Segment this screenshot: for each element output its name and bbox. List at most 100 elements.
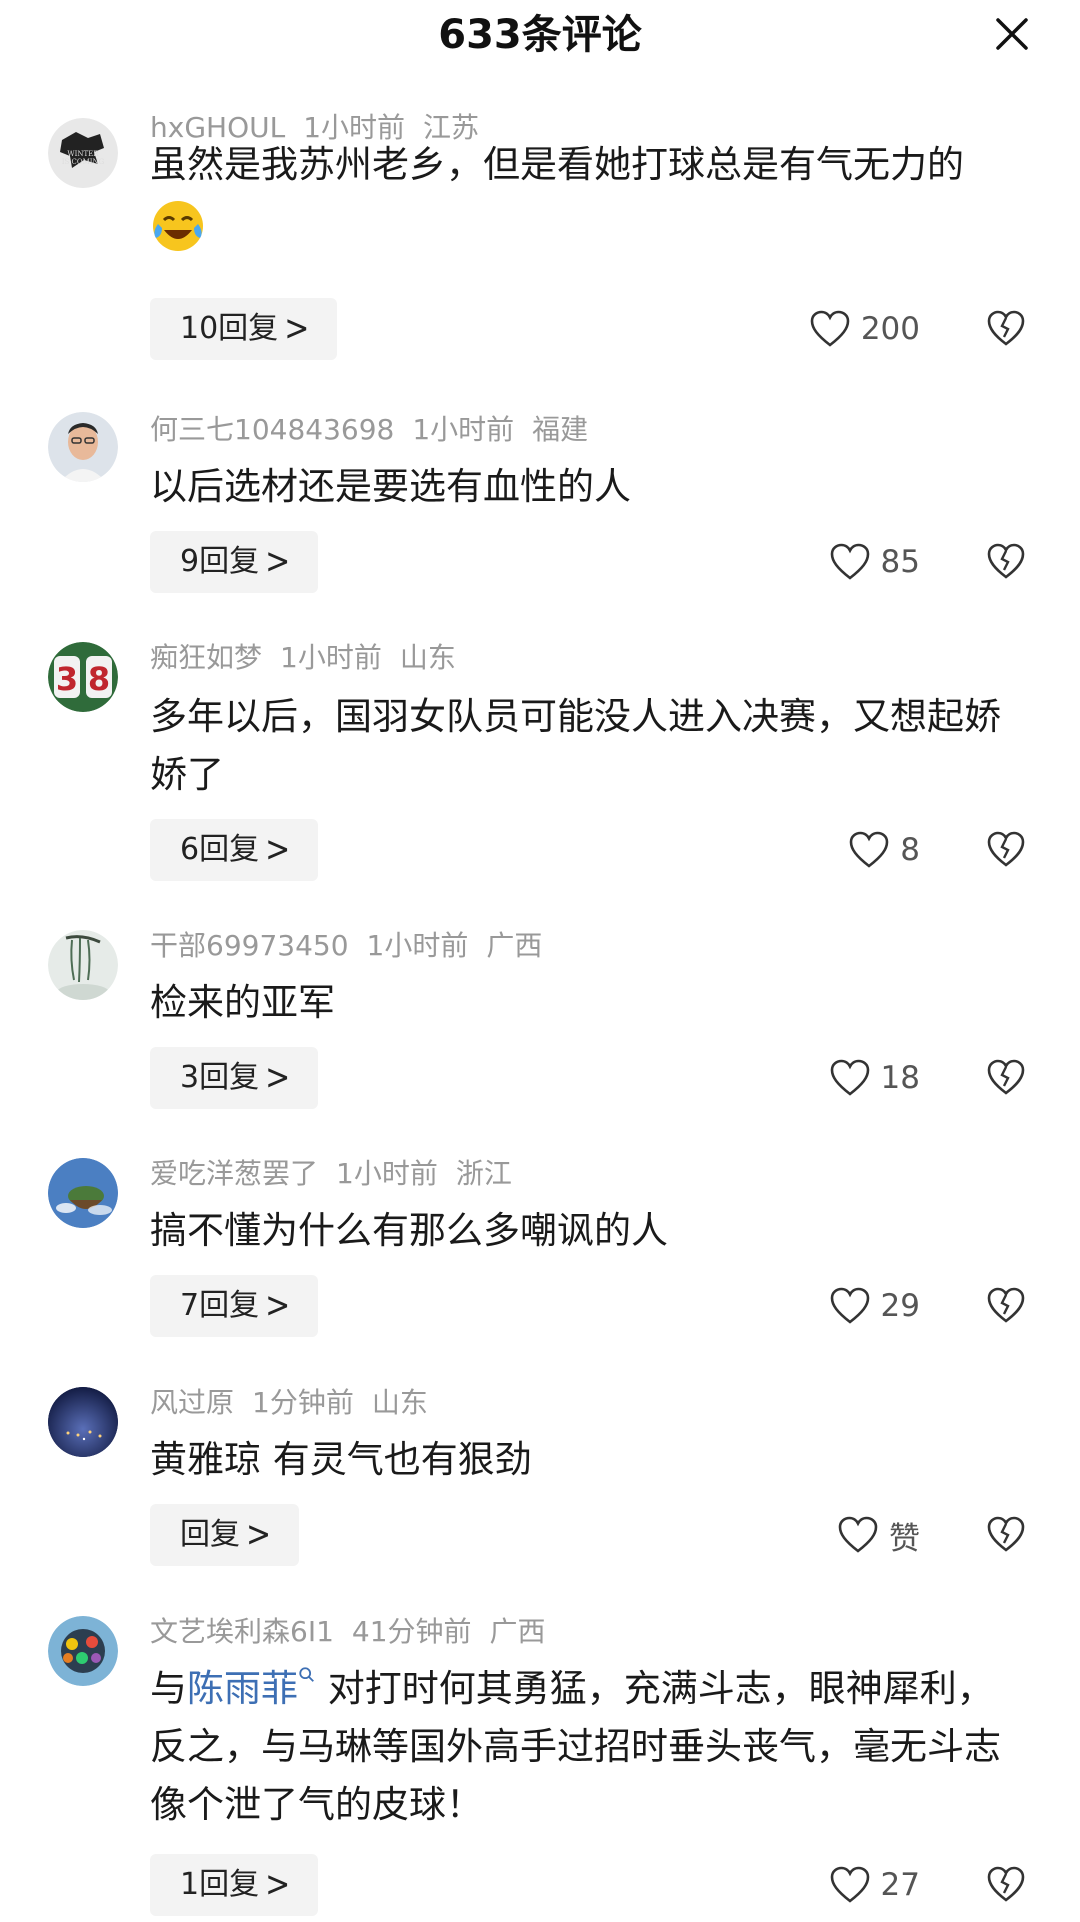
reply-label: 回复 — [180, 1517, 240, 1552]
close-icon — [996, 18, 1028, 50]
reply-button[interactable]: 回复 > — [150, 1504, 300, 1566]
comment-region: 广西 — [489, 1615, 546, 1648]
comment-time: 1小时前 — [280, 641, 382, 674]
username[interactable]: 痴狂如梦 — [150, 641, 262, 674]
avatar[interactable]: 3 8 — [48, 642, 118, 712]
broken-heart-icon — [987, 310, 1025, 346]
reply-count: 9回复 — [180, 544, 260, 579]
like-count: 29 — [880, 1288, 920, 1324]
heart-outline-icon — [830, 1866, 869, 1903]
comment-text: 多年以后，国羽女队员可能没人进入决赛，又想起娇娇了 — [150, 688, 1030, 804]
heart-outline-icon — [810, 310, 850, 347]
like-count: 18 — [880, 1060, 920, 1096]
comment-body-prefix: 与 — [150, 1667, 187, 1710]
comment-meta: 干部69973450 1小时前 广西 — [150, 926, 560, 966]
broken-heart-icon — [987, 1866, 1025, 1902]
like-button[interactable]: 赞 — [837, 1504, 920, 1566]
comment-text: 黄雅琼 有灵气也有狠劲 — [150, 1431, 1030, 1489]
broken-heart-icon — [987, 1059, 1025, 1095]
dislike-button[interactable] — [986, 531, 1030, 593]
comment-region: 广西 — [486, 929, 543, 962]
comment-meta: 痴狂如梦 1小时前 山东 — [150, 638, 474, 678]
username[interactable]: 风过原 — [150, 1386, 234, 1419]
view-replies-button[interactable]: 6回复 > — [150, 819, 319, 881]
svg-text:8: 8 — [88, 660, 110, 698]
like-label: 赞 — [889, 1520, 920, 1557]
like-button[interactable]: 85 — [829, 531, 920, 593]
dislike-button[interactable] — [986, 819, 1030, 881]
like-button[interactable]: 27 — [829, 1854, 920, 1916]
comment-meta: 风过原 1分钟前 山东 — [150, 1383, 446, 1423]
view-replies-button[interactable]: 10回复 > — [150, 298, 338, 360]
reply-count: 1回复 — [180, 1867, 260, 1902]
heart-outline-icon — [838, 1516, 878, 1553]
like-count: 27 — [880, 1867, 920, 1903]
chevron-right-icon: > — [265, 828, 291, 871]
reply-count: 6回复 — [180, 832, 260, 867]
avatar[interactable]: WINTER IS COMING — [48, 118, 118, 188]
heart-outline-icon — [830, 1059, 869, 1096]
broken-heart-icon — [987, 1287, 1025, 1323]
avatar[interactable] — [48, 1158, 118, 1228]
comment-time: 1小时前 — [366, 929, 469, 962]
username[interactable]: 干部69973450 — [150, 929, 349, 962]
dislike-button[interactable] — [986, 1275, 1030, 1337]
like-button[interactable]: 29 — [829, 1275, 920, 1337]
heart-outline-icon — [849, 831, 889, 868]
view-replies-button[interactable]: 9回复 > — [150, 531, 319, 593]
comment-text: 以后选材还是要选有血性的人 — [150, 458, 1030, 516]
comment-body: 黄雅琼 有灵气也有狠劲 — [150, 1438, 532, 1481]
dislike-button[interactable] — [986, 1854, 1030, 1916]
reply-count: 10回复 — [180, 311, 279, 346]
comment-text: 与陈雨菲 对打时何其勇猛，充满斗志，眼神犀利，反之，与马琳等国外高手过招时垂头丧… — [150, 1660, 1030, 1834]
mention-link[interactable]: 陈雨菲 — [187, 1667, 316, 1710]
comment-meta: 文艺埃利森6I1 41分钟前 广西 — [150, 1612, 564, 1652]
comment-region: 山东 — [399, 641, 456, 674]
like-button[interactable]: 200 — [809, 298, 920, 360]
avatar[interactable] — [48, 930, 118, 1000]
comment-time: 1小时前 — [412, 413, 515, 446]
search-icon — [299, 1667, 314, 1682]
comment-text: 虽然是我苏州老乡，但是看她打球总是有气无力的 — [150, 136, 1030, 271]
close-button[interactable] — [992, 14, 1032, 54]
comment-body: 检来的亚军 — [150, 981, 335, 1024]
dislike-button[interactable] — [986, 1047, 1030, 1109]
avatar[interactable] — [48, 412, 118, 482]
like-button[interactable]: 18 — [829, 1047, 920, 1109]
mention-name: 陈雨菲 — [187, 1667, 298, 1710]
comment-time: 1小时前 — [336, 1157, 438, 1190]
reply-count: 7回复 — [180, 1288, 260, 1323]
avatar[interactable] — [48, 1387, 118, 1457]
broken-heart-icon — [987, 1516, 1025, 1552]
comment-time: 1分钟前 — [252, 1386, 354, 1419]
heart-outline-icon — [830, 543, 869, 580]
comment-body: 虽然是我苏州老乡，但是看她打球总是有气无力的 — [150, 143, 964, 186]
chevron-right-icon: > — [265, 1863, 291, 1906]
comment-text: 搞不懂为什么有那么多嘲讽的人 — [150, 1202, 1030, 1260]
svg-text:WINTER: WINTER — [67, 150, 99, 158]
broken-heart-icon — [987, 831, 1025, 867]
avatar[interactable] — [48, 1616, 118, 1686]
comments-header: 633条评论 — [0, 0, 1080, 70]
like-button[interactable]: 8 — [848, 819, 920, 881]
username[interactable]: 何三七104843698 — [150, 413, 394, 446]
like-count: 200 — [860, 311, 920, 347]
username[interactable]: 文艺埃利森6I1 — [150, 1615, 334, 1648]
comment-region: 福建 — [532, 413, 589, 446]
chevron-right-icon: > — [265, 540, 291, 583]
comment-text: 检来的亚军 — [150, 974, 1030, 1032]
dislike-button[interactable] — [986, 298, 1030, 360]
comment-meta: 何三七104843698 1小时前 福建 — [150, 410, 606, 450]
comment-count-title: 633条评论 — [438, 12, 642, 58]
reply-count: 3回复 — [180, 1060, 260, 1095]
view-replies-button[interactable]: 1回复 > — [150, 1854, 319, 1916]
comment-region: 浙江 — [455, 1157, 512, 1190]
view-replies-button[interactable]: 7回复 > — [150, 1275, 319, 1337]
username[interactable]: 爱吃洋葱罢了 — [150, 1157, 318, 1190]
view-replies-button[interactable]: 3回复 > — [150, 1047, 319, 1109]
comment-region: 山东 — [371, 1386, 428, 1419]
comment-body: 搞不懂为什么有那么多嘲讽的人 — [150, 1209, 668, 1252]
comment-meta: 爱吃洋葱罢了 1小时前 浙江 — [150, 1154, 530, 1194]
chevron-right-icon: > — [265, 1284, 291, 1327]
dislike-button[interactable] — [986, 1504, 1030, 1566]
